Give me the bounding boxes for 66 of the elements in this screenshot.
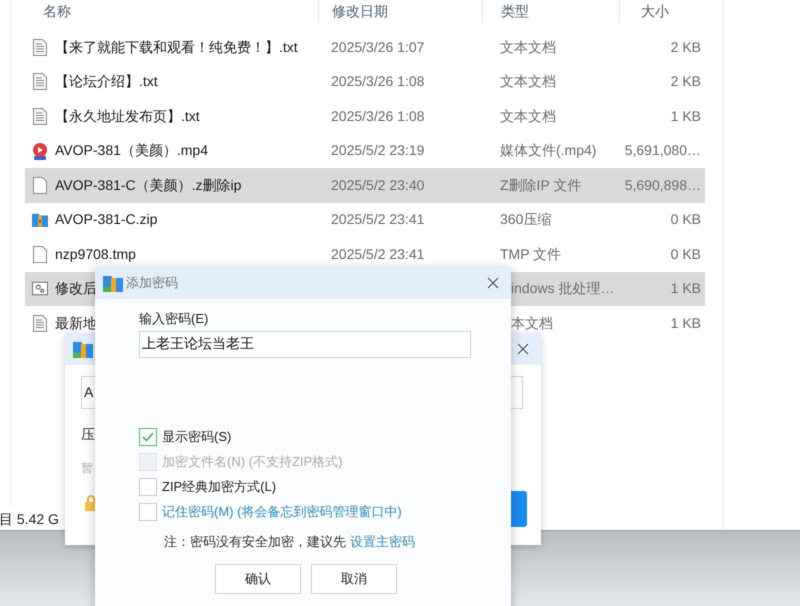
blank-file-icon <box>33 246 47 263</box>
file-size: 2 KB <box>670 38 701 57</box>
file-name: 修改后 <box>55 279 97 298</box>
file-name: nzp9708.tmp <box>55 244 136 264</box>
modified-date: 2025/3/26 1:07 <box>331 38 424 55</box>
file-name: AVOP-381-C（美颜）.z删除ip <box>55 176 242 195</box>
modified-date: 2025/5/2 23:41 <box>331 211 424 228</box>
close-icon <box>517 343 529 355</box>
dialog-button[interactable]: 取消 <box>311 564 397 594</box>
blank-file-icon <box>33 176 47 194</box>
modified-date: 2025/5/2 23:19 <box>331 142 424 158</box>
text-document-icon <box>33 314 47 332</box>
file-type: 本文档 <box>511 314 553 331</box>
option-label: 压 <box>81 425 95 444</box>
text-document-icon <box>33 38 47 56</box>
field-label: 输入密码(E) <box>139 310 208 328</box>
text-document-icon <box>33 73 47 90</box>
file-type: 文本文档 <box>500 108 556 124</box>
modified-date: 2025/3/26 1:08 <box>331 108 424 124</box>
modified-date: 2025/5/2 23:41 <box>331 246 424 262</box>
settings-window-icon <box>32 282 48 296</box>
file-name: 【永久地址发布页】.txt <box>55 106 200 126</box>
file-size: 1 KB <box>670 314 701 333</box>
file-type: TMP 文件 <box>500 246 562 262</box>
close-icon <box>487 277 499 289</box>
file-name: AVOP-381（美颜）.mp4 <box>55 141 208 160</box>
dialog-title: 添加密码 <box>126 274 178 292</box>
hint-text: 暂 <box>81 460 93 477</box>
column-header[interactable]: 名称 <box>43 0 71 22</box>
file-name: AVOP-381-C.zip <box>55 210 158 230</box>
dialog-button[interactable]: 确认 <box>215 564 301 594</box>
file-type: 媒体文件(.mp4) <box>500 142 596 158</box>
file-size: 5,690,898… <box>624 176 701 195</box>
file-type: 文本文档 <box>500 38 556 55</box>
column-header[interactable]: 类型 <box>501 0 529 22</box>
file-size: 0 KB <box>670 210 701 230</box>
archive-folder-icon <box>32 214 48 228</box>
file-row[interactable]: AVOP-381-C（美颜）.z删除ip 2025/5/2 23:40 Z删除IP 文件 5,690,898… <box>25 168 705 202</box>
file-size: 0 KB <box>670 244 701 264</box>
checkbox[interactable] <box>139 428 157 446</box>
check-icon <box>142 432 154 442</box>
checkbox-label[interactable]: ZIP经典加密方式(L) <box>162 476 276 496</box>
archive-app-icon <box>103 276 123 292</box>
file-type: 文本文档 <box>500 73 556 90</box>
password-field[interactable]: 上老王论坛当老王 <box>139 330 471 358</box>
archive-app-icon <box>73 342 93 358</box>
file-size: 5,691,080… <box>624 141 701 160</box>
file-size: 1 KB <box>670 279 701 298</box>
video-file-icon <box>33 142 47 160</box>
checkbox[interactable] <box>139 502 157 520</box>
file-size: 1 KB <box>670 106 701 126</box>
checkbox-label[interactable]: 显示密码(S) <box>162 426 232 446</box>
file-type: Z删除IP 文件 <box>500 176 582 193</box>
file-size: 2 KB <box>670 72 701 92</box>
file-type: indows 批处理… <box>511 280 614 296</box>
column-header[interactable]: 大小 <box>641 0 669 22</box>
text-document-icon <box>33 108 47 125</box>
file-name: 【论坛介绍】.txt <box>55 72 158 92</box>
checkbox[interactable] <box>139 478 157 496</box>
status-text: 目 5.42 G <box>0 510 59 528</box>
file-name: 【来了就能下载和观看！纯免费！】.txt <box>55 38 298 57</box>
file-type: 360压缩 <box>500 211 552 228</box>
note-text: 注：密码没有安全加密，建议先 <box>164 532 346 550</box>
modified-date: 2025/5/2 23:40 <box>331 176 424 193</box>
column-header[interactable]: 修改日期 <box>332 0 388 22</box>
modified-date: 2025/3/26 1:08 <box>331 73 424 90</box>
